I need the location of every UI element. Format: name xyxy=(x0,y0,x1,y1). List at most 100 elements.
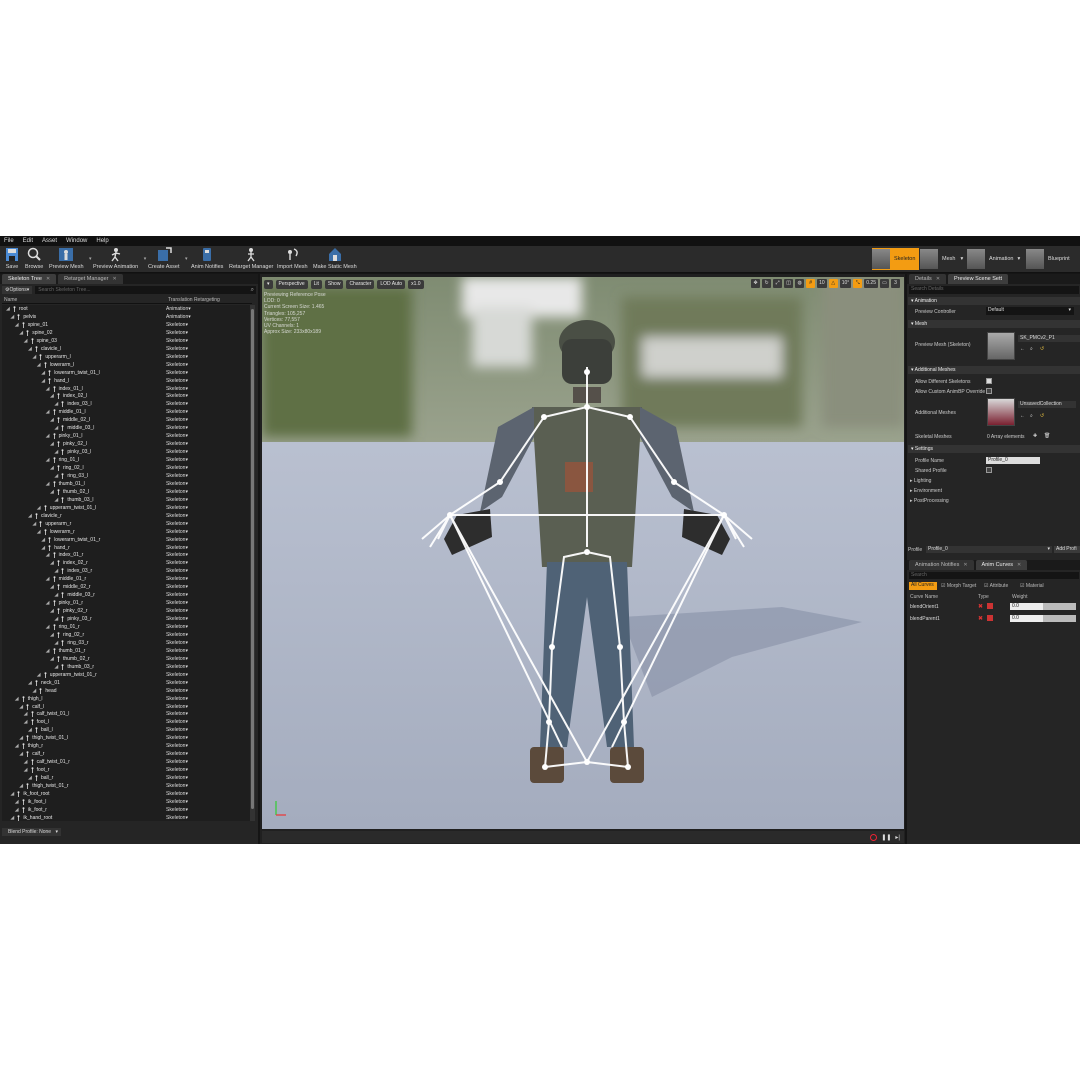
bone-row[interactable]: ◢ root Animation▾ xyxy=(2,305,250,313)
bone-row[interactable]: ◢ middle_01_r Skeleton▾ xyxy=(2,575,250,583)
retargeting-dropdown[interactable]: Skeleton▾ xyxy=(166,361,188,369)
retargeting-dropdown[interactable]: Skeleton▾ xyxy=(166,718,188,726)
bone-row[interactable]: ◢ pinky_02_r Skeleton▾ xyxy=(2,607,250,615)
retargeting-dropdown[interactable]: Skeleton▾ xyxy=(166,742,188,750)
profile-name-input[interactable]: Profile_0 xyxy=(986,457,1040,464)
retargeting-dropdown[interactable]: Skeleton▾ xyxy=(166,551,188,559)
scale-icon[interactable]: ⤢ xyxy=(773,279,783,288)
filter-material[interactable]: ☑ Material xyxy=(1020,583,1044,589)
retargeting-dropdown[interactable]: Skeleton▾ xyxy=(166,392,188,400)
section-animation[interactable]: ▾ Animation xyxy=(908,297,1080,305)
bone-row[interactable]: ◢ clavicle_l Skeleton▾ xyxy=(2,345,250,353)
browse-icon[interactable]: ⌕ xyxy=(1030,346,1033,352)
expand-arrow-icon[interactable]: ◢ xyxy=(24,337,28,345)
preview-mesh-thumbnail[interactable] xyxy=(987,332,1015,360)
retargeting-dropdown[interactable]: Skeleton▾ xyxy=(166,321,188,329)
filter-attribute[interactable]: ☑ Attribute xyxy=(984,583,1008,589)
bone-row[interactable]: ◢ foot_r Skeleton▾ xyxy=(2,766,250,774)
scale-snap-value[interactable]: 0.25 xyxy=(864,279,878,288)
bone-row[interactable]: ◢ upperarm_twist_01_l Skeleton▾ xyxy=(2,504,250,512)
section-additional-meshes[interactable]: ▾ Additional Meshes xyxy=(908,366,1080,374)
bone-row[interactable]: ◢ calf_twist_01_l Skeleton▾ xyxy=(2,710,250,718)
retargeting-dropdown[interactable]: Skeleton▾ xyxy=(166,337,188,345)
expand-arrow-icon[interactable]: ◢ xyxy=(10,313,14,321)
expand-arrow-icon[interactable]: ◢ xyxy=(15,321,19,329)
tab-details[interactable]: Details ✕ xyxy=(909,274,947,284)
bone-row[interactable]: ◢ thumb_03_l Skeleton▾ xyxy=(2,496,250,504)
expand-arrow-icon[interactable]: ◢ xyxy=(37,671,41,679)
perspective-button[interactable]: Perspective xyxy=(275,279,308,289)
bone-row[interactable]: ◢ lowerarm_twist_01_l Skeleton▾ xyxy=(2,369,250,377)
expand-arrow-icon[interactable]: ◢ xyxy=(50,559,54,567)
curve-name-column-header[interactable]: Curve Name xyxy=(910,594,938,600)
bone-row[interactable]: ◢ spine_03 Skeleton▾ xyxy=(2,337,250,345)
expand-arrow-icon[interactable]: ◢ xyxy=(41,544,45,552)
retargeting-dropdown[interactable]: Skeleton▾ xyxy=(166,464,188,472)
use-selected-icon[interactable]: ← xyxy=(1020,346,1025,352)
preview-mesh-button[interactable]: Preview Mesh ▾ xyxy=(49,247,92,270)
retargeting-dropdown[interactable]: Skeleton▾ xyxy=(166,528,188,536)
expand-arrow-icon[interactable]: ◢ xyxy=(46,551,50,559)
bone-row[interactable]: ◢ index_01_r Skeleton▾ xyxy=(2,551,250,559)
angle-snap-toggle[interactable]: △ xyxy=(828,279,838,288)
bone-row[interactable]: ◢ thigh_r Skeleton▾ xyxy=(2,742,250,750)
bone-row[interactable]: ◢ thumb_01_r Skeleton▾ xyxy=(2,647,250,655)
expand-arrow-icon[interactable]: ◢ xyxy=(46,408,50,416)
expand-arrow-icon[interactable]: ◢ xyxy=(50,464,54,472)
retargeting-dropdown[interactable]: Skeleton▾ xyxy=(166,504,188,512)
expand-arrow-icon[interactable]: ◢ xyxy=(37,528,41,536)
retargeting-dropdown[interactable]: Skeleton▾ xyxy=(166,639,188,647)
weight-column-header[interactable]: Weight xyxy=(1012,594,1027,600)
bone-row[interactable]: ◢ index_02_l Skeleton▾ xyxy=(2,392,250,400)
retargeting-dropdown[interactable]: Skeleton▾ xyxy=(166,623,188,631)
bone-row[interactable]: ◢ ring_02_r Skeleton▾ xyxy=(2,631,250,639)
retargeting-dropdown[interactable]: Skeleton▾ xyxy=(166,726,188,734)
retargeting-dropdown[interactable]: Skeleton▾ xyxy=(166,424,188,432)
bone-row[interactable]: ◢ ik_foot_root Skeleton▾ xyxy=(2,790,250,798)
animation-mode-button[interactable]: Animation ▾ xyxy=(967,248,1020,270)
lit-button[interactable]: Lit xyxy=(310,279,322,289)
name-column-header[interactable]: Name xyxy=(4,297,17,303)
retargeting-dropdown[interactable]: Skeleton▾ xyxy=(166,559,188,567)
import-mesh-button[interactable]: Import Mesh xyxy=(277,247,308,270)
bone-row[interactable]: ◢ lowerarm_l Skeleton▾ xyxy=(2,361,250,369)
menu-edit[interactable]: Edit xyxy=(23,238,33,244)
allow-different-skeletons-checkbox[interactable] xyxy=(986,378,992,384)
retargeting-dropdown[interactable]: Skeleton▾ xyxy=(166,663,188,671)
bone-row[interactable]: ◢ ball_r Skeleton▾ xyxy=(2,774,250,782)
expand-arrow-icon[interactable]: ◢ xyxy=(37,361,41,369)
bone-row[interactable]: ◢ pinky_03_l Skeleton▾ xyxy=(2,448,250,456)
menu-file[interactable]: File xyxy=(4,238,14,244)
scrollbar-thumb[interactable] xyxy=(251,309,254,809)
expand-arrow-icon[interactable]: ◢ xyxy=(50,583,54,591)
bone-row[interactable]: ◢ thigh_l Skeleton▾ xyxy=(2,695,250,703)
bone-row[interactable]: ◢ middle_02_r Skeleton▾ xyxy=(2,583,250,591)
additional-meshes-picker[interactable]: UnsavedCollection xyxy=(1018,401,1076,408)
bone-row[interactable]: ◢ ring_03_l Skeleton▾ xyxy=(2,472,250,480)
expand-arrow-icon[interactable]: ◢ xyxy=(54,400,58,408)
bone-row[interactable]: ◢ calf_l Skeleton▾ xyxy=(2,703,250,711)
retargeting-dropdown[interactable]: Skeleton▾ xyxy=(166,774,188,782)
section-settings[interactable]: ▾ Settings xyxy=(908,445,1080,453)
expand-arrow-icon[interactable]: ◢ xyxy=(54,591,58,599)
lod-button[interactable]: LOD Auto xyxy=(377,279,406,289)
retargeting-dropdown[interactable]: Skeleton▾ xyxy=(166,679,188,687)
bone-row[interactable]: ◢ thigh_twist_01_r Skeleton▾ xyxy=(2,782,250,790)
retargeting-dropdown[interactable]: Skeleton▾ xyxy=(166,607,188,615)
expand-arrow-icon[interactable]: ◢ xyxy=(19,329,23,337)
retargeting-dropdown[interactable]: Skeleton▾ xyxy=(166,369,188,377)
type-column-header[interactable]: Type xyxy=(978,594,989,600)
save-button[interactable]: Save xyxy=(4,247,20,270)
camera-speed-icon[interactable]: ▭ xyxy=(880,279,889,288)
retargeting-dropdown[interactable]: Skeleton▾ xyxy=(166,353,188,361)
curve-weight-field[interactable]: 0.0 xyxy=(1010,615,1076,622)
expand-arrow-icon[interactable]: ◢ xyxy=(6,305,10,313)
bone-row[interactable]: ◢ pinky_02_l Skeleton▾ xyxy=(2,440,250,448)
bone-row[interactable]: ◢ lowerarm_r Skeleton▾ xyxy=(2,528,250,536)
add-element-icon[interactable]: ✚ xyxy=(1033,433,1037,439)
postprocessing-group[interactable]: ▸ PostProcessing xyxy=(910,498,949,504)
delete-icon[interactable]: 🗑 xyxy=(1044,433,1050,439)
lighting-group[interactable]: ▸ Lighting xyxy=(910,478,931,484)
details-search-input[interactable]: Search Details xyxy=(909,286,1079,294)
retargeting-dropdown[interactable]: Skeleton▾ xyxy=(166,734,188,742)
